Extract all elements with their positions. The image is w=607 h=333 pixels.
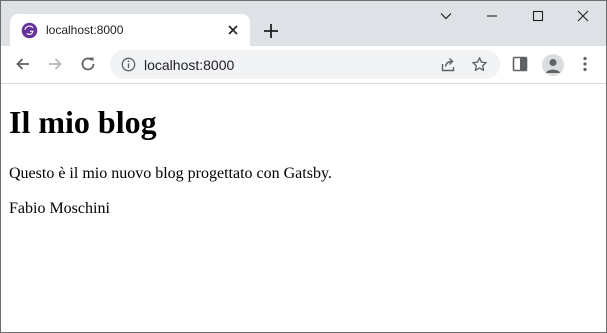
browser-tab[interactable]: localhost:8000 (10, 14, 250, 47)
blog-description: Questo è il mio nuovo blog progettato co… (9, 165, 332, 182)
more-menu-icon[interactable] (576, 55, 594, 73)
bookmark-star-icon[interactable] (471, 56, 488, 73)
share-icon[interactable] (440, 56, 457, 73)
info-icon[interactable] (121, 57, 136, 72)
close-window-button[interactable] (560, 1, 606, 31)
reload-icon[interactable] (79, 55, 97, 73)
side-panel-icon[interactable] (511, 55, 529, 73)
page-content: Il mio blog Questo è il mio nuovo blog p… (1, 84, 606, 332)
close-tab-icon[interactable] (226, 23, 240, 37)
address-bar[interactable]: localhost:8000 (110, 50, 500, 79)
profile-avatar[interactable] (542, 54, 564, 76)
close-icon (577, 10, 589, 22)
author-name: Fabio Moschini (9, 200, 110, 217)
chevron-down-icon (440, 13, 452, 20)
tab-strip: localhost:8000 (1, 1, 606, 47)
minimize-button[interactable] (469, 1, 515, 31)
maximize-icon (532, 10, 544, 22)
browser-window: localhost:8000 localhost:8000 Il mio blo… (0, 0, 607, 333)
tab-search-button[interactable] (423, 1, 469, 31)
minimize-icon (487, 15, 497, 17)
person-icon (546, 59, 560, 73)
forward-arrow-icon[interactable] (46, 55, 64, 73)
url-text: localhost:8000 (144, 57, 235, 73)
maximize-button[interactable] (515, 1, 561, 31)
browser-toolbar: localhost:8000 (1, 46, 606, 84)
tab-title: localhost:8000 (46, 23, 124, 37)
page-title: Il mio blog (9, 104, 157, 140)
gatsby-icon (21, 22, 38, 39)
back-arrow-icon[interactable] (14, 55, 32, 73)
new-tab-icon[interactable] (262, 22, 280, 40)
